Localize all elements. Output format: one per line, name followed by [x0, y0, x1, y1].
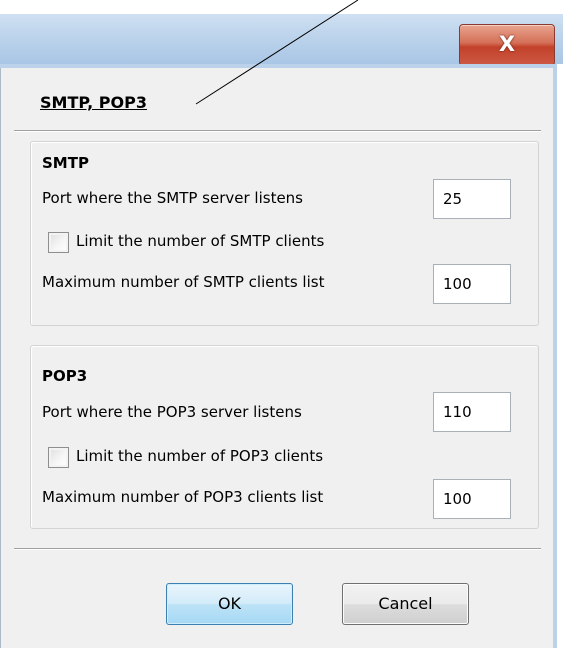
smtp-group-title: SMTP — [42, 154, 89, 172]
cancel-button[interactable]: Cancel — [342, 583, 469, 625]
close-button[interactable]: X — [459, 24, 555, 66]
ok-button[interactable]: OK — [166, 583, 293, 625]
smtp-max-clients-input[interactable]: 100 — [433, 264, 511, 304]
smtp-limit-checkbox[interactable] — [48, 232, 69, 253]
close-icon: X — [498, 32, 516, 56]
page-title[interactable]: SMTP, POP3 — [40, 93, 147, 112]
title-divider — [14, 130, 541, 132]
window-title-bar: X — [0, 14, 563, 66]
smtp-port-label: Port where the SMTP server listens — [42, 189, 303, 207]
pop3-limit-label[interactable]: Limit the number of POP3 clients — [76, 447, 323, 465]
pop3-limit-checkbox[interactable] — [48, 447, 69, 468]
pop3-port-label: Port where the POP3 server listens — [42, 403, 302, 421]
smtp-limit-label[interactable]: Limit the number of SMTP clients — [76, 232, 324, 250]
smtp-port-input[interactable]: 25 — [433, 179, 511, 219]
smtp-max-clients-label: Maximum number of SMTP clients list — [42, 273, 325, 291]
pop3-group-title: POP3 — [42, 367, 88, 385]
pop3-port-input[interactable]: 110 — [433, 392, 511, 432]
pop3-max-clients-label: Maximum number of POP3 clients list — [42, 488, 324, 506]
button-divider — [14, 548, 541, 550]
pop3-max-clients-input[interactable]: 100 — [433, 479, 511, 519]
